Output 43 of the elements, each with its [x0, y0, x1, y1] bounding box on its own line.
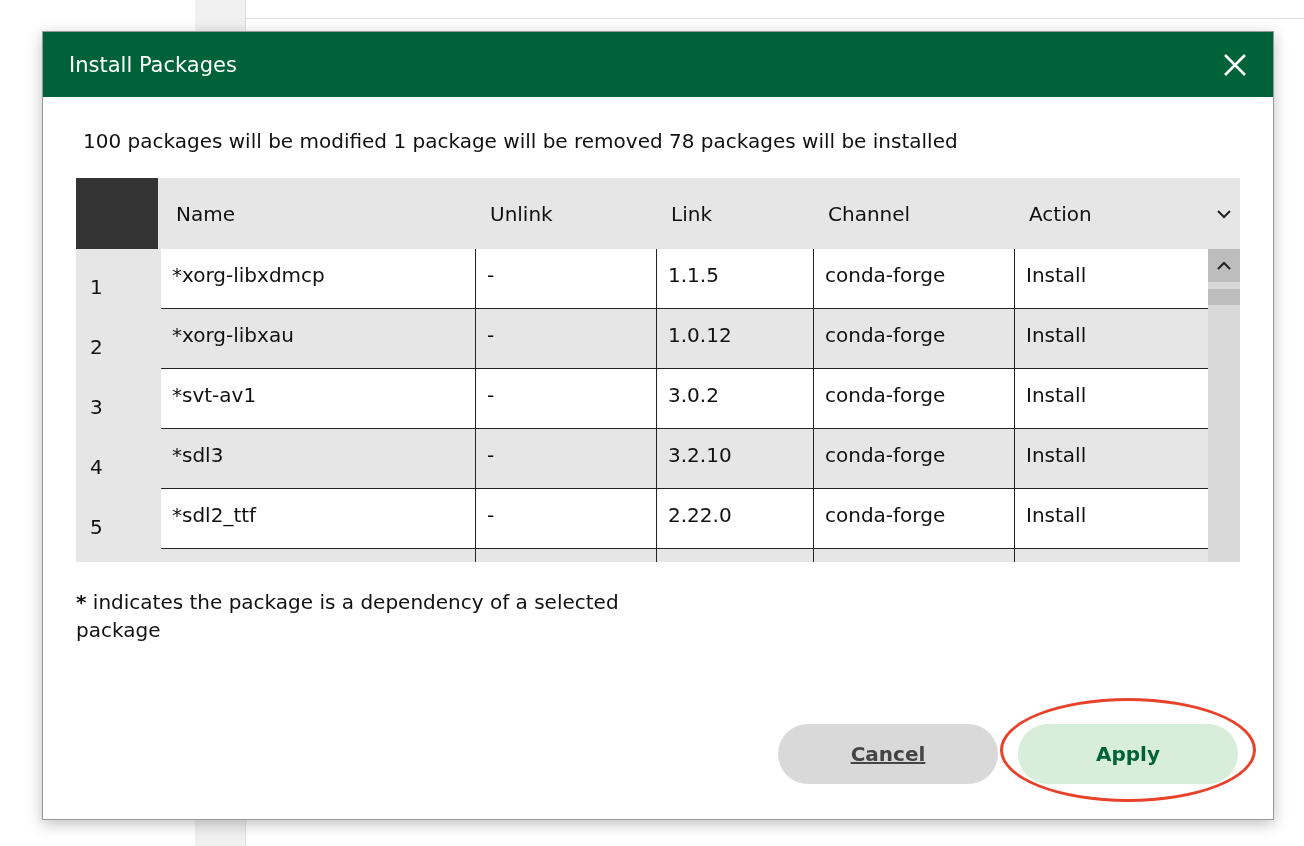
table-cell: 1.0.12: [656, 309, 813, 369]
table-cell: Install: [1014, 489, 1208, 549]
summary-text: 100 packages will be modified 1 package will be removed 78 packages will be installed: [83, 129, 959, 155]
column-header[interactable]: Name: [161, 178, 475, 249]
table-cell: Install: [1014, 369, 1208, 429]
table-cell: conda-forge: [813, 249, 1014, 309]
table-cell: 1.1.5: [656, 249, 813, 309]
scroll-up-button[interactable]: [1208, 249, 1240, 282]
table-cell: 3.0.2: [656, 369, 813, 429]
close-icon: [1223, 52, 1247, 77]
table-cell: -: [475, 489, 656, 549]
scroll-thumb[interactable]: [1208, 289, 1240, 305]
table-cell: conda-forge: [813, 429, 1014, 489]
cancel-button[interactable]: Cancel: [778, 724, 998, 784]
table-cell: *sdl3: [161, 429, 475, 489]
table-cell: 2.22.0: [656, 489, 813, 549]
row-number: 2: [76, 309, 161, 369]
chevron-down-icon[interactable]: [1216, 208, 1232, 219]
table-cell: Install: [1014, 429, 1208, 489]
scrollbar[interactable]: [1208, 249, 1240, 562]
table-cell: -: [475, 249, 656, 309]
table-cell: Install: [1014, 309, 1208, 369]
apply-button[interactable]: Apply: [1018, 724, 1238, 784]
row-number: 1: [76, 249, 161, 309]
chevron-up-icon[interactable]: [1216, 260, 1232, 271]
column-header[interactable]: Action: [1014, 178, 1208, 249]
row-number: 5: [76, 489, 161, 549]
table-cell: conda-forge: [813, 369, 1014, 429]
table-cell: -: [475, 309, 656, 369]
table-cell: conda-forge: [813, 309, 1014, 369]
row-number: 3: [76, 369, 161, 429]
table-cell: Install: [1014, 249, 1208, 309]
table-cell: conda-forge: [813, 489, 1014, 549]
table-cell: -: [475, 369, 656, 429]
table-cell: *xorg-libxau: [161, 309, 475, 369]
column-header[interactable]: Unlink: [475, 178, 656, 249]
table-cell: 3.2.10: [656, 429, 813, 489]
column-header[interactable]: Link: [656, 178, 813, 249]
footnote-text: * indicates the package is a dependency of a selected package: [76, 589, 620, 644]
table-cell: -: [475, 429, 656, 489]
row-number: 4: [76, 429, 161, 489]
dialog-title: Install Packages: [69, 52, 237, 77]
column-header[interactable]: Channel: [813, 178, 1014, 249]
